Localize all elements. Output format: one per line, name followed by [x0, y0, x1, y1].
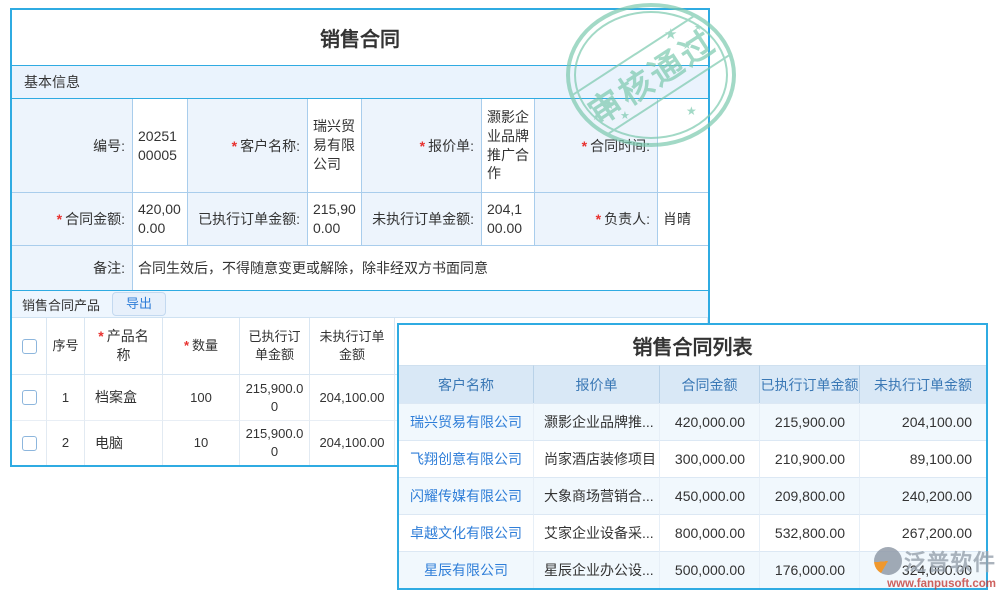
required-asterisk: * [582, 138, 587, 154]
remark-row: 备注: 合同生效后，不得随意变更或解除，除非经双方书面同意 [12, 246, 708, 290]
customer-link[interactable]: 瑞兴贸易有限公司 [399, 403, 534, 440]
product-unexecuted-cell: 204,100.00 [310, 375, 395, 420]
unexecuted-cell: 204,100.00 [860, 403, 986, 440]
customer-link[interactable]: 飞翔创意有限公司 [399, 440, 534, 477]
product-qty-cell: 100 [163, 375, 240, 420]
field-label-unexecuted: 未执行订单金额: [362, 193, 482, 246]
products-header-index: 序号 [47, 318, 85, 375]
amount-cell: 300,000.00 [660, 440, 760, 477]
field-value-contract-time [658, 99, 708, 193]
product-qty-cell: 10 [163, 420, 240, 465]
export-button[interactable]: 导出 [112, 292, 166, 316]
required-asterisk: * [232, 138, 237, 154]
customer-link[interactable]: 卓越文化有限公司 [399, 514, 534, 551]
row-checkbox[interactable] [22, 436, 37, 451]
executed-cell: 209,800.00 [760, 477, 860, 514]
product-name-cell: 电脑 [85, 420, 163, 465]
field-value-owner: 肖晴 [658, 193, 708, 246]
unexecuted-cell: 267,200.00 [860, 514, 986, 551]
executed-cell: 210,900.00 [760, 440, 860, 477]
product-executed-cell: 215,900.00 [240, 375, 310, 420]
quote-cell: 星辰企业办公设... [534, 551, 660, 588]
field-label-amount: *合同金额: [12, 193, 133, 246]
field-value-customer: 瑞兴贸易有限公司 [308, 99, 362, 193]
unexecuted-cell: 324,000.00 [860, 551, 986, 588]
list-header-executed: 已执行订单金额 [760, 365, 860, 403]
basic-info-section-header: 基本信息 [12, 66, 708, 99]
list-header-unexecuted: 未执行订单金额 [860, 365, 986, 403]
product-name-cell: 档案盒 [85, 375, 163, 420]
products-header-qty: *数量 [163, 318, 240, 375]
product-select-cell [12, 375, 47, 420]
field-value-amount: 420,000.00 [133, 193, 188, 246]
list-header-amount: 合同金额 [660, 365, 760, 403]
products-header-unexecuted: 未执行订单金额 [310, 318, 395, 375]
amount-cell: 500,000.00 [660, 551, 760, 588]
field-label-customer: *客户名称: [188, 99, 308, 193]
list-header-quote: 报价单 [534, 365, 660, 403]
amount-cell: 420,000.00 [660, 403, 760, 440]
quote-cell: 尚家酒店装修项目 [534, 440, 660, 477]
customer-link[interactable]: 星辰有限公司 [399, 551, 534, 588]
products-section-header: 销售合同产品 导出 [12, 290, 708, 318]
product-select-cell [12, 420, 47, 465]
quote-cell: 艾家企业设备采... [534, 514, 660, 551]
required-asterisk: * [98, 328, 103, 344]
executed-cell: 215,900.00 [760, 403, 860, 440]
quote-cell: 大象商场营销合... [534, 477, 660, 514]
products-header-executed: 已执行订单金额 [240, 318, 310, 375]
field-label-remark: 备注: [12, 246, 133, 290]
field-label-owner: *负责人: [535, 193, 658, 246]
products-header-select [12, 318, 47, 375]
executed-cell: 532,800.00 [760, 514, 860, 551]
field-label-number: 编号: [12, 99, 133, 193]
select-all-checkbox[interactable] [22, 339, 37, 354]
product-index-cell: 1 [47, 375, 85, 420]
basic-info-grid: 编号: 2025100005 *客户名称: 瑞兴贸易有限公司 *报价单: 灏影企… [12, 99, 708, 246]
required-asterisk: * [184, 337, 189, 355]
unexecuted-cell: 240,200.00 [860, 477, 986, 514]
field-value-number: 2025100005 [133, 99, 188, 193]
page-title: 销售合同 [12, 10, 708, 66]
unexecuted-cell: 89,100.00 [860, 440, 986, 477]
sales-contract-list-panel: 销售合同列表 客户名称 报价单 合同金额 已执行订单金额 未执行订单金额 瑞兴贸… [397, 323, 988, 590]
product-index-cell: 2 [47, 420, 85, 465]
field-value-remark: 合同生效后，不得随意变更或解除，除非经双方书面同意 [133, 246, 708, 290]
product-executed-cell: 215,900.00 [240, 420, 310, 465]
field-label-quote: *报价单: [362, 99, 482, 193]
amount-cell: 450,000.00 [660, 477, 760, 514]
quote-cell: 灏影企业品牌推... [534, 403, 660, 440]
row-checkbox[interactable] [22, 390, 37, 405]
required-asterisk: * [596, 211, 601, 227]
required-asterisk: * [420, 138, 425, 154]
field-label-contract-time: *合同时间: [535, 99, 658, 193]
field-label-executed: 已执行订单金额: [188, 193, 308, 246]
customer-link[interactable]: 闪耀传媒有限公司 [399, 477, 534, 514]
list-header-customer: 客户名称 [399, 365, 534, 403]
basic-info-section-label: 基本信息 [24, 72, 80, 92]
field-value-quote: 灏影企业品牌推广合作 [482, 99, 535, 193]
list-title: 销售合同列表 [399, 325, 986, 365]
product-unexecuted-cell: 204,100.00 [310, 420, 395, 465]
products-section-label: 销售合同产品 [22, 295, 100, 314]
list-table: 客户名称 报价单 合同金额 已执行订单金额 未执行订单金额 瑞兴贸易有限公司 灏… [399, 365, 986, 588]
field-value-executed: 215,900.00 [308, 193, 362, 246]
products-header-name: *产品名称 [85, 318, 163, 375]
executed-cell: 176,000.00 [760, 551, 860, 588]
required-asterisk: * [57, 211, 62, 227]
amount-cell: 800,000.00 [660, 514, 760, 551]
field-value-unexecuted: 204,100.00 [482, 193, 535, 246]
